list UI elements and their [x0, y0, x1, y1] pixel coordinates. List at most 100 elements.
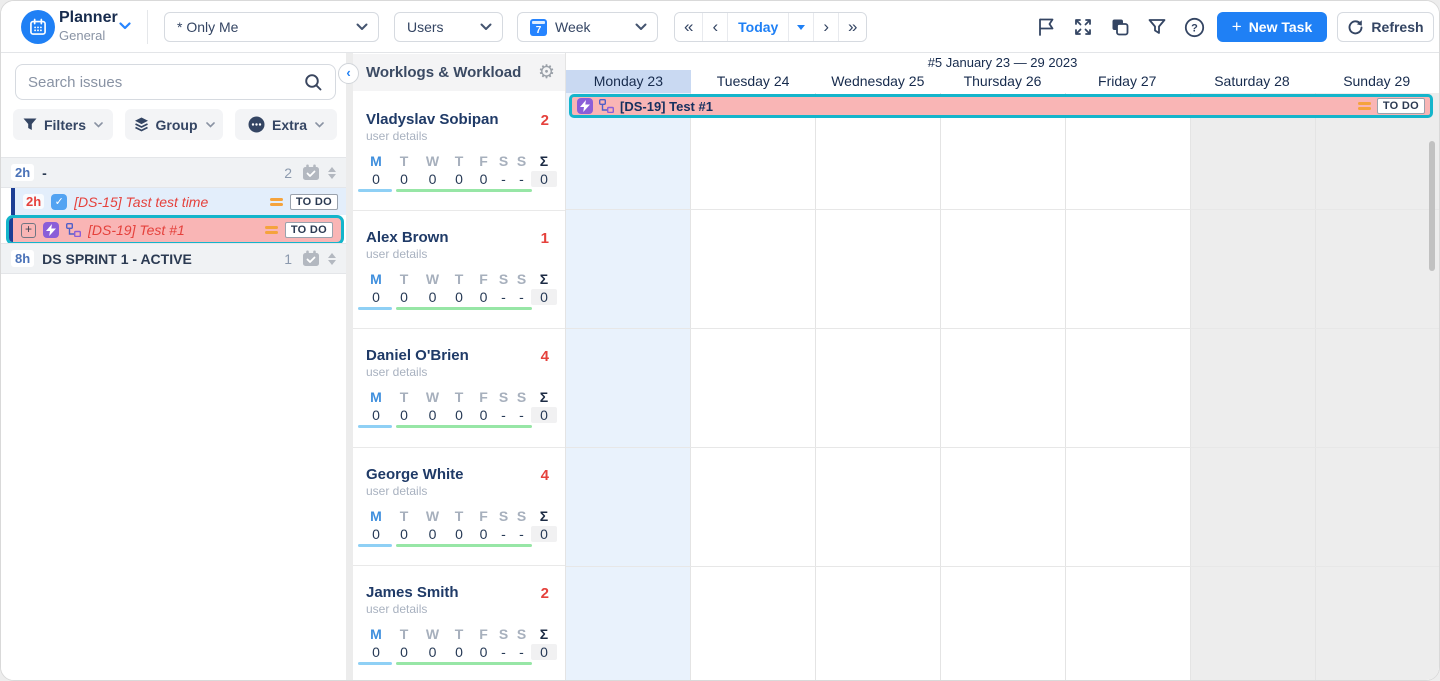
extra-button[interactable]: Extra: [235, 109, 337, 140]
new-task-button[interactable]: + New Task: [1217, 12, 1327, 42]
day-header-sunday[interactable]: Sunday 29: [1314, 70, 1439, 93]
row-gridline: [566, 328, 1439, 329]
day-header-thursday[interactable]: Thursday 26: [940, 70, 1065, 93]
priority-medium-icon: [270, 198, 283, 206]
search-input[interactable]: [28, 74, 304, 91]
day-header-wednesday[interactable]: Wednesday 25: [815, 70, 940, 93]
user-name[interactable]: James Smith: [366, 584, 459, 601]
user-name[interactable]: Vladyslav Sobipan: [366, 111, 499, 128]
app-window: Planner General * Only Me Users 7 Week «…: [0, 0, 1440, 681]
refresh-button[interactable]: Refresh: [1337, 12, 1434, 42]
filters-label: Filters: [44, 117, 86, 133]
user-name[interactable]: George White: [366, 466, 464, 483]
svg-text:?: ?: [1191, 22, 1198, 34]
gear-icon[interactable]: ⚙: [538, 61, 555, 84]
prev-week-double-button[interactable]: «: [675, 13, 703, 41]
next-week-button[interactable]: ›: [814, 13, 839, 41]
panel-divider[interactable]: [346, 53, 353, 680]
user-card: George White 4 user details MTWTFSSΣ 000…: [353, 447, 565, 565]
week-calendar-icon: 7: [530, 19, 547, 36]
status-badge: TO DO: [1377, 98, 1425, 114]
scheduled-calendar-icon[interactable]: [302, 164, 320, 181]
subtask-tree-icon: [66, 223, 81, 237]
group-label: Group: [156, 117, 198, 133]
filter-funnel-icon[interactable]: [1146, 16, 1168, 38]
group-button[interactable]: Group: [125, 109, 223, 140]
issue-row-ds19[interactable]: + [DS-19] Test #1 TO DO: [9, 218, 341, 242]
monday-underline: [358, 189, 392, 192]
user-name[interactable]: Alex Brown: [366, 229, 449, 246]
workload-panel: Worklogs & Workload ⚙ Vladyslav Sobipan …: [353, 53, 566, 680]
day-header-row: Monday 23 Tuesday 24 Wednesday 25 Thursd…: [566, 70, 1439, 93]
calendar-panel: #5 January 23 — 29 2023 Monday 23 Tuesda…: [566, 53, 1439, 680]
caret-down-icon: [797, 25, 805, 34]
user-details-link[interactable]: user details: [366, 602, 427, 616]
issues-sidebar: Filters Group Extra 2h - 2: [1, 53, 346, 680]
sort-arrows-icon[interactable]: [328, 163, 336, 183]
issue-type-bolt-icon: [577, 98, 593, 114]
flag-icon[interactable]: [1035, 16, 1057, 38]
calendar-column-sunday[interactable]: [1316, 93, 1440, 680]
help-icon[interactable]: ?: [1183, 16, 1205, 38]
next-week-double-button[interactable]: »: [839, 13, 866, 41]
search-icon[interactable]: [304, 73, 323, 92]
day-header-monday[interactable]: Monday 23: [566, 70, 691, 93]
expand-plus-icon[interactable]: +: [21, 223, 36, 238]
fullscreen-icon[interactable]: [1072, 16, 1094, 38]
monday-underline: [358, 662, 392, 665]
scheduled-calendar-icon[interactable]: [302, 250, 320, 267]
day-header-tuesday[interactable]: Tuesday 24: [691, 70, 816, 93]
calendar-column-wednesday[interactable]: [816, 93, 941, 680]
today-button[interactable]: Today: [728, 13, 789, 41]
checkbox-checked-icon[interactable]: ✓: [51, 194, 67, 210]
week-underline: [396, 189, 532, 192]
vertical-scrollbar[interactable]: [1429, 141, 1435, 271]
scheduled-task-bar-ds19[interactable]: [DS-19] Test #1 TO DO: [569, 94, 1433, 118]
plus-icon: +: [1232, 17, 1242, 37]
app-switcher[interactable]: Planner General: [59, 9, 118, 43]
scope-select-value: * Only Me: [177, 19, 356, 35]
sprint-group-header[interactable]: 8h DS SPRINT 1 - ACTIVE 1: [1, 243, 346, 274]
calendar-column-friday[interactable]: [1066, 93, 1191, 680]
date-navigation: « ‹ Today › »: [674, 12, 867, 42]
users-select-value: Users: [407, 19, 480, 35]
user-details-link[interactable]: user details: [366, 365, 427, 379]
filters-button[interactable]: Filters: [13, 109, 113, 140]
issue-row-ds15[interactable]: 2h ✓ [DS-15] Tast test time TO DO: [11, 188, 346, 215]
issue-row-ds19-selected[interactable]: + [DS-19] Test #1 TO DO: [6, 215, 344, 245]
user-name[interactable]: Daniel O'Brien: [366, 347, 469, 364]
day-header-friday[interactable]: Friday 27: [1065, 70, 1190, 93]
calendar-column-monday[interactable]: [566, 93, 691, 680]
calendar-column-saturday[interactable]: [1191, 93, 1316, 680]
user-task-count: 4: [541, 348, 549, 365]
calendar-icon: [28, 17, 48, 37]
workload-title: Worklogs & Workload: [366, 64, 538, 81]
chevron-down-icon[interactable]: [119, 22, 131, 30]
day-header-saturday[interactable]: Saturday 28: [1190, 70, 1315, 93]
user-details-link[interactable]: user details: [366, 484, 427, 498]
collapse-sidebar-button[interactable]: ‹: [338, 63, 359, 84]
week-underline: [396, 425, 532, 428]
user-details-link[interactable]: user details: [366, 129, 427, 143]
user-details-link[interactable]: user details: [366, 247, 427, 261]
chevron-down-icon: [480, 23, 492, 31]
calendar-column-tuesday[interactable]: [691, 93, 816, 680]
planner-logo[interactable]: [21, 10, 55, 44]
issue-group-header[interactable]: 2h - 2: [1, 157, 346, 188]
sort-arrows-icon[interactable]: [328, 249, 336, 269]
scope-select[interactable]: * Only Me: [164, 12, 379, 42]
user-task-count: 2: [541, 112, 549, 129]
priority-medium-icon: [1358, 102, 1371, 110]
users-select[interactable]: Users: [394, 12, 503, 42]
monday-underline: [358, 425, 392, 428]
week-title: #5 January 23 — 29 2023: [566, 55, 1439, 70]
subtask-tree-icon: [599, 99, 614, 113]
week-underline: [396, 662, 532, 665]
prev-week-button[interactable]: ‹: [703, 13, 728, 41]
workload-values: 00000--0: [363, 171, 557, 187]
search-box: [15, 64, 336, 100]
copy-icon[interactable]: [1109, 16, 1131, 38]
today-dropdown-caret[interactable]: [789, 13, 814, 41]
view-mode-select[interactable]: 7 Week: [517, 12, 658, 42]
calendar-column-thursday[interactable]: [941, 93, 1066, 680]
